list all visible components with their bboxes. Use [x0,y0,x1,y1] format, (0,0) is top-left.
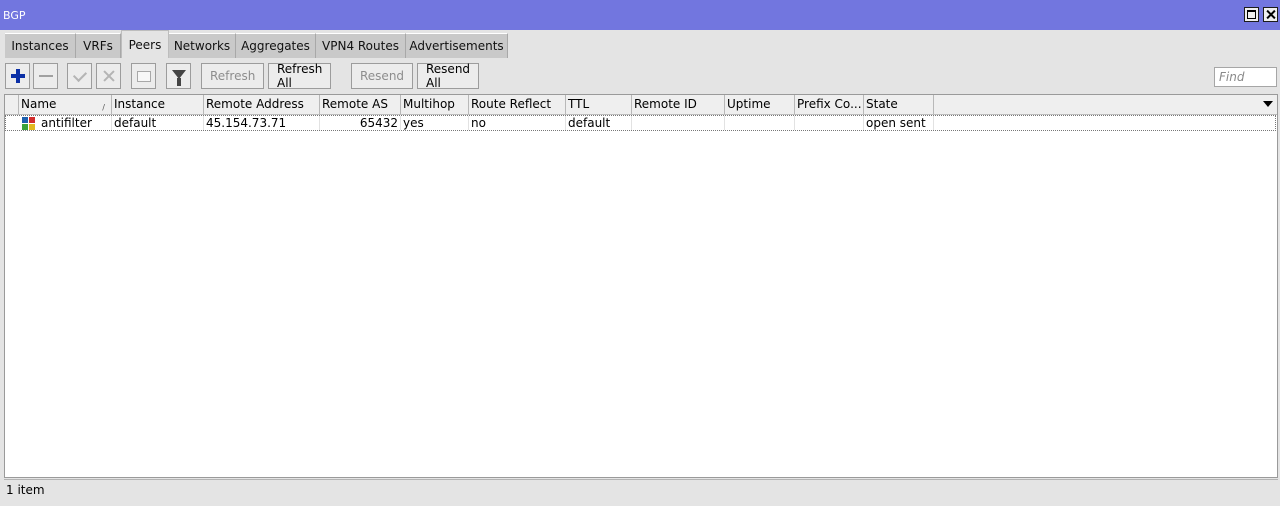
cell-instance: default [112,116,204,130]
sort-indicator-icon: / [102,103,105,112]
table-header: Name / Instance Remote Address Remote AS… [5,95,1277,115]
column-header-multihop[interactable]: Multihop [401,95,469,114]
add-button[interactable] [5,63,30,89]
tab-networks[interactable]: Networks [169,33,236,58]
window-title: BGP [3,9,26,22]
close-icon[interactable] [1263,7,1278,22]
peers-table: Name / Instance Remote Address Remote AS… [4,94,1278,478]
column-header-remote-as[interactable]: Remote AS [320,95,401,114]
column-header-prefix-count[interactable]: Prefix Co... [795,95,864,114]
plus-icon [10,69,25,83]
resend-button[interactable]: Resend [351,63,414,89]
filter-button[interactable] [166,63,191,89]
column-header-handle [5,95,19,114]
cell-prefix-count [795,116,864,130]
refresh-button[interactable]: Refresh [201,63,265,89]
peer-icon [22,117,36,130]
tab-aggregates[interactable]: Aggregates [236,33,316,58]
minus-icon [38,75,53,77]
column-header-state[interactable]: State [864,95,934,114]
comment-button[interactable] [131,63,156,89]
column-header-route-reflect[interactable]: Route Reflect [469,95,566,114]
column-header-remote-id[interactable]: Remote ID [632,95,725,114]
cell-ttl: default [566,116,632,130]
cell-route-reflect: no [469,116,566,130]
cell-name: antifilter [39,116,112,130]
tab-vpn4-routes[interactable]: VPN4 Routes [316,33,406,58]
find-input[interactable] [1214,67,1277,87]
x-icon [102,69,116,83]
tab-advertisements[interactable]: Advertisements [406,33,508,58]
column-header-name[interactable]: Name / [19,95,112,114]
cell-state: open sent [864,116,934,130]
column-header-ttl[interactable]: TTL [566,95,632,114]
column-header-remote-address[interactable]: Remote Address [204,95,320,114]
tab-vrfs[interactable]: VRFs [76,33,121,58]
maximize-icon[interactable] [1244,7,1259,22]
cell-multihop: yes [401,116,469,130]
enable-button[interactable] [67,63,92,89]
table-row[interactable]: antifilter default 45.154.73.71 65432 ye… [5,115,1276,131]
filter-icon [171,69,186,86]
check-icon [72,67,87,82]
resend-all-button[interactable]: Resend All [417,62,480,90]
tab-instances[interactable]: Instances [5,33,76,58]
item-count: 1 item [6,483,45,497]
cell-remote-as: 65432 [320,116,401,130]
column-header-instance[interactable]: Instance [112,95,204,114]
column-menu-icon[interactable] [1263,101,1273,107]
cell-remote-id [632,116,725,130]
remove-button[interactable] [33,63,58,89]
column-header-uptime[interactable]: Uptime [725,95,795,114]
cell-remote-address: 45.154.73.71 [204,116,320,130]
cell-uptime [725,116,795,130]
comment-icon [136,70,151,82]
disable-button[interactable] [96,63,121,89]
status-bar: 1 item [4,479,1278,501]
window-titlebar: BGP [0,0,1280,30]
tab-peers[interactable]: Peers [121,30,169,58]
refresh-all-button[interactable]: Refresh All [268,62,332,90]
